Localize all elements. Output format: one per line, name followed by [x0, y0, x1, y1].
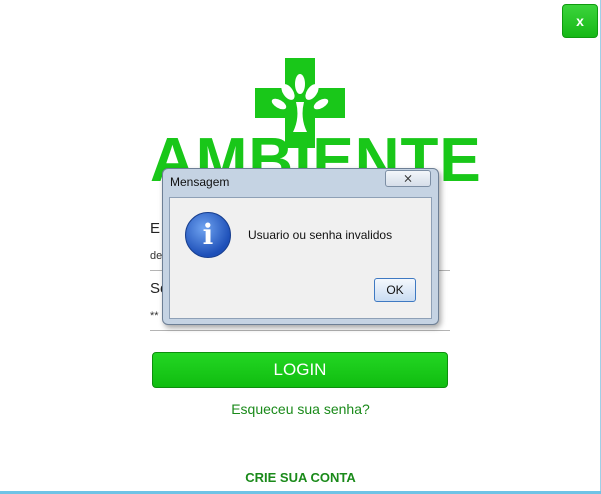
app-window: x AMBIENTE E de Se ** LOGIN Esqueceu sua… — [0, 0, 601, 494]
close-window-button[interactable]: x — [562, 4, 598, 38]
dialog-close-button[interactable]: ⨯ — [385, 170, 431, 187]
message-dialog: Mensagem ⨯ i Usuario ou senha invalidos … — [162, 168, 439, 325]
login-button[interactable]: LOGIN — [152, 352, 448, 388]
email-label: E — [150, 220, 161, 237]
dialog-title: Mensagem — [170, 175, 230, 189]
info-icon: i — [185, 212, 231, 258]
dialog-message: Usuario ou senha invalidos — [248, 228, 393, 242]
password-underline — [150, 330, 450, 331]
forgot-password-link[interactable]: Esqueceu sua senha? — [0, 401, 601, 417]
password-field[interactable]: ** — [150, 310, 159, 322]
email-field[interactable]: de — [150, 250, 162, 262]
ok-button[interactable]: OK — [374, 278, 416, 302]
create-account-link[interactable]: CRIE SUA CONTA — [0, 470, 601, 485]
dialog-body: i Usuario ou senha invalidos OK — [169, 197, 432, 319]
